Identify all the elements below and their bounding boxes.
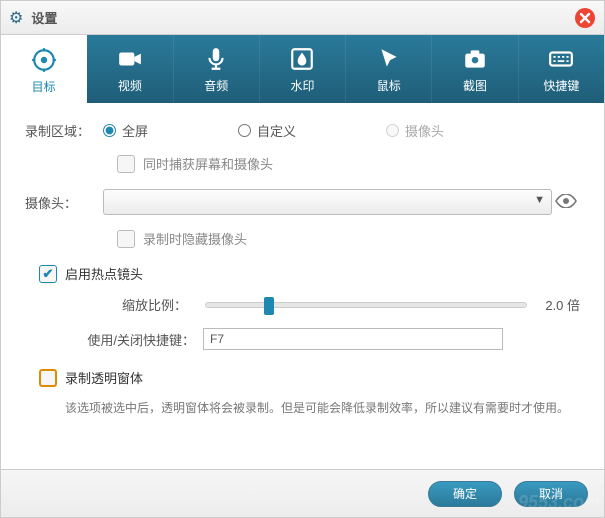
record-area-radio-group: 全屏 自定义 摄像头 — [103, 121, 444, 140]
chevron-down-icon: ▼ — [534, 194, 545, 206]
window-title: 设置 — [31, 8, 574, 27]
checkbox-capture-both[interactable] — [117, 155, 135, 173]
camera-label: 摄像头： — [25, 193, 103, 212]
radio-fullscreen[interactable]: 全屏 — [103, 121, 148, 140]
tab-bar: 目标 视频 音频 水印 鼠标 截图 快捷键 — [1, 35, 604, 103]
gear-icon: ⚙ — [9, 8, 23, 28]
zoom-label: 缩放比例： — [117, 295, 187, 314]
tab-screenshot[interactable]: 截图 — [432, 35, 518, 103]
zoom-value: 2.0 倍 — [545, 295, 580, 314]
tab-label: 截图 — [463, 77, 487, 94]
keyboard-icon — [548, 45, 574, 73]
target-icon — [31, 46, 57, 74]
tab-watermark[interactable]: 水印 — [260, 35, 346, 103]
hotkey-label: 使用/关闭快捷键： — [85, 330, 195, 349]
tab-label: 水印 — [290, 77, 314, 94]
capture-both-label: 同时捕获屏幕和摄像头 — [143, 154, 273, 173]
radio-camera[interactable]: 摄像头 — [386, 121, 444, 140]
tab-label: 快捷键 — [543, 77, 579, 94]
slider-thumb[interactable] — [264, 297, 274, 315]
transparent-label: 录制透明窗体 — [65, 368, 143, 387]
cursor-icon — [376, 45, 402, 73]
tab-video[interactable]: 视频 — [87, 35, 173, 103]
zoom-slider[interactable] — [205, 302, 527, 308]
checkbox-transparent[interactable] — [39, 369, 57, 387]
ok-button[interactable]: 确定 — [428, 481, 502, 507]
watermark-icon — [289, 45, 315, 73]
radio-label: 自定义 — [257, 121, 296, 140]
camera-icon — [462, 45, 488, 73]
checkbox-hotspot[interactable] — [39, 265, 57, 283]
tab-label: 音频 — [204, 77, 228, 94]
tab-hotkey[interactable]: 快捷键 — [519, 35, 604, 103]
tab-target[interactable]: 目标 — [1, 35, 87, 103]
transparent-description: 该选项被选中后，透明窗体将会被录制。但是可能会降低录制效率，所以建议有需要时才使… — [65, 399, 580, 418]
title-bar: ⚙ 设置 — [1, 1, 604, 35]
tab-mouse[interactable]: 鼠标 — [346, 35, 432, 103]
tab-label: 鼠标 — [377, 77, 401, 94]
hide-camera-label: 录制时隐藏摄像头 — [143, 229, 247, 248]
radio-label: 全屏 — [122, 121, 148, 140]
tab-label: 目标 — [32, 78, 56, 95]
tab-label: 视频 — [118, 77, 142, 94]
radio-custom[interactable]: 自定义 — [238, 121, 296, 140]
footer: 确定 取消 — [1, 469, 604, 517]
hotkey-input[interactable] — [203, 328, 503, 350]
checkbox-hide-camera[interactable] — [117, 230, 135, 248]
content-panel: 录制区域： 全屏 自定义 摄像头 同时捕获屏幕和摄像头 摄像头： ▼ 录制时隐藏… — [1, 103, 604, 418]
video-icon — [117, 45, 143, 73]
radio-label: 摄像头 — [405, 121, 444, 140]
preview-eye-button[interactable] — [552, 192, 580, 213]
camera-combobox[interactable]: ▼ — [103, 189, 552, 215]
record-area-label: 录制区域： — [25, 121, 103, 140]
close-button[interactable] — [574, 7, 596, 29]
tab-audio[interactable]: 音频 — [174, 35, 260, 103]
cancel-button[interactable]: 取消 — [514, 481, 588, 507]
hotspot-label: 启用热点镜头 — [65, 264, 143, 283]
microphone-icon — [203, 45, 229, 73]
